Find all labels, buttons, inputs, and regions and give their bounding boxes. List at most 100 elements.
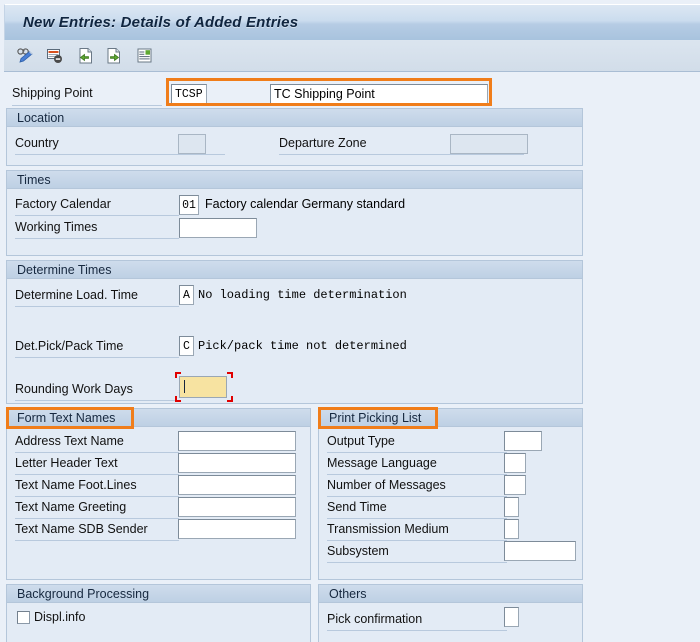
displ-info-checkbox[interactable] — [17, 611, 30, 624]
field-row-factory-calendar: Factory Calendar — [15, 194, 179, 216]
field-row-pick-confirmation: Pick confirmation — [327, 609, 507, 631]
panel-location-header: Location — [7, 108, 582, 127]
panel-determine-times-body: Determine Load. Time No loading time det… — [7, 279, 582, 402]
panel-times: Times Factory Calendar Factory calendar … — [6, 170, 583, 256]
det-pick-pack-time-description: Pick/pack time not determined — [198, 339, 407, 353]
display-change-icon[interactable] — [12, 44, 38, 68]
panel-location-title: Location — [17, 110, 65, 125]
detail-form: Shipping Point Location Country Departur… — [0, 72, 700, 642]
shipping-point-divider — [12, 105, 162, 106]
rounding-work-days-label: Rounding Work Days — [15, 382, 133, 396]
determine-load-time-label: Determine Load. Time — [15, 288, 138, 302]
panel-form-text-names: Form Text Names Address Text Name Letter… — [6, 408, 311, 580]
panel-others-body: Pick confirmation — [319, 603, 582, 642]
panel-print-picking-list: Print Picking List Output Type Message L… — [318, 408, 583, 580]
select-all-icon[interactable] — [132, 44, 158, 68]
panel-times-header: Times — [7, 170, 582, 189]
panel-background-processing: Background Processing Displ.info — [6, 584, 311, 642]
rounding-work-days-input[interactable] — [179, 376, 227, 398]
working-times-input[interactable] — [179, 218, 257, 238]
new-entries-icon[interactable] — [42, 44, 68, 68]
panel-times-body: Factory Calendar Factory calendar German… — [7, 189, 582, 254]
field-row-address-text-name: Address Text Name — [15, 431, 179, 453]
displ-info-label: Displ.info — [34, 610, 86, 624]
panel-print-picking-list-header: Print Picking List — [319, 408, 582, 427]
field-row-text-name-sdb-sender: Text Name SDB Sender — [15, 519, 179, 541]
shipping-point-code-input[interactable] — [171, 84, 207, 104]
number-of-messages-label: Number of Messages — [327, 478, 446, 492]
field-row-det-pick-pack-time: Det.Pick/Pack Time — [15, 336, 179, 358]
message-language-label: Message Language — [327, 456, 437, 470]
field-row-working-times: Working Times — [15, 217, 179, 239]
output-type-label: Output Type — [327, 434, 395, 448]
panel-form-text-names-title: Form Text Names — [17, 410, 116, 425]
det-pick-pack-time-label: Det.Pick/Pack Time — [15, 339, 124, 353]
working-times-label: Working Times — [15, 220, 98, 234]
pick-confirmation-input[interactable] — [504, 607, 519, 627]
panel-background-processing-body: Displ.info — [7, 603, 310, 642]
text-name-sdb-sender-label: Text Name SDB Sender — [15, 522, 148, 536]
send-time-label: Send Time — [327, 500, 387, 514]
message-language-input[interactable] — [504, 453, 526, 473]
subsystem-input[interactable] — [504, 541, 576, 561]
application-toolbar — [4, 40, 700, 72]
panel-location-body: Country Departure Zone — [7, 127, 582, 164]
delete-entry-icon[interactable] — [102, 44, 128, 68]
factory-calendar-input[interactable] — [179, 195, 199, 215]
text-name-greeting-label: Text Name Greeting — [15, 500, 127, 514]
panel-times-title: Times — [17, 172, 51, 187]
panel-others-header: Others — [319, 584, 582, 603]
panel-background-processing-title: Background Processing — [17, 586, 150, 601]
field-row-send-time: Send Time — [327, 497, 507, 519]
send-time-input[interactable] — [504, 497, 519, 517]
field-row-text-name-foot-lines: Text Name Foot.Lines — [15, 475, 179, 497]
panel-others-title: Others — [329, 586, 367, 601]
text-name-foot-lines-input[interactable] — [178, 475, 296, 495]
panel-form-text-names-header: Form Text Names — [7, 408, 310, 427]
shipping-point-row: Shipping Point — [0, 80, 590, 108]
determine-load-time-input[interactable] — [179, 285, 194, 305]
field-row-determine-load-time: Determine Load. Time — [15, 285, 179, 307]
panel-determine-times-header: Determine Times — [7, 260, 582, 279]
field-row-output-type: Output Type — [327, 431, 507, 453]
shipping-point-label: Shipping Point — [12, 86, 93, 100]
panel-form-text-names-body: Address Text Name Letter Header Text Tex… — [7, 427, 310, 578]
field-row-rounding-work-days: Rounding Work Days — [15, 379, 179, 401]
panel-determine-times: Determine Times Determine Load. Time No … — [6, 260, 583, 404]
letter-header-text-input[interactable] — [178, 453, 296, 473]
address-text-name-input[interactable] — [178, 431, 296, 451]
shipping-point-name-input[interactable] — [270, 84, 488, 104]
field-row-transmission-medium: Transmission Medium — [327, 519, 507, 541]
letter-header-text-label: Letter Header Text — [15, 456, 118, 470]
country-label: Country — [15, 136, 59, 150]
field-row-letter-header-text: Letter Header Text — [15, 453, 179, 475]
window-title-bar: New Entries: Details of Added Entries — [4, 4, 700, 40]
factory-calendar-description: Factory calendar Germany standard — [205, 197, 406, 211]
panel-print-picking-list-body: Output Type Message Language Number of M… — [319, 427, 582, 578]
field-row-text-name-greeting: Text Name Greeting — [15, 497, 179, 519]
pick-confirmation-label: Pick confirmation — [327, 612, 423, 626]
text-name-greeting-input[interactable] — [178, 497, 296, 517]
page-title: New Entries: Details of Added Entries — [23, 14, 299, 31]
transmission-medium-input[interactable] — [504, 519, 519, 539]
panel-background-processing-header: Background Processing — [7, 584, 310, 603]
text-name-foot-lines-label: Text Name Foot.Lines — [15, 478, 137, 492]
panel-others: Others Pick confirmation — [318, 584, 583, 642]
factory-calendar-label: Factory Calendar — [15, 197, 111, 211]
det-pick-pack-time-input[interactable] — [179, 336, 194, 356]
transmission-medium-label: Transmission Medium — [327, 522, 449, 536]
departure-zone-input[interactable] — [450, 134, 528, 154]
field-row-subsystem: Subsystem — [327, 541, 507, 563]
country-input[interactable] — [178, 134, 206, 154]
field-row-message-language: Message Language — [327, 453, 507, 475]
field-row-number-of-messages: Number of Messages — [327, 475, 507, 497]
text-caret — [184, 380, 185, 393]
number-of-messages-input[interactable] — [504, 475, 526, 495]
copy-as-icon[interactable] — [72, 44, 98, 68]
determine-load-time-description: No loading time determination — [198, 288, 407, 302]
panel-determine-times-title: Determine Times — [17, 262, 112, 277]
output-type-input[interactable] — [504, 431, 542, 451]
panel-print-picking-list-title: Print Picking List — [329, 410, 422, 425]
text-name-sdb-sender-input[interactable] — [178, 519, 296, 539]
panel-location: Location Country Departure Zone — [6, 108, 583, 166]
